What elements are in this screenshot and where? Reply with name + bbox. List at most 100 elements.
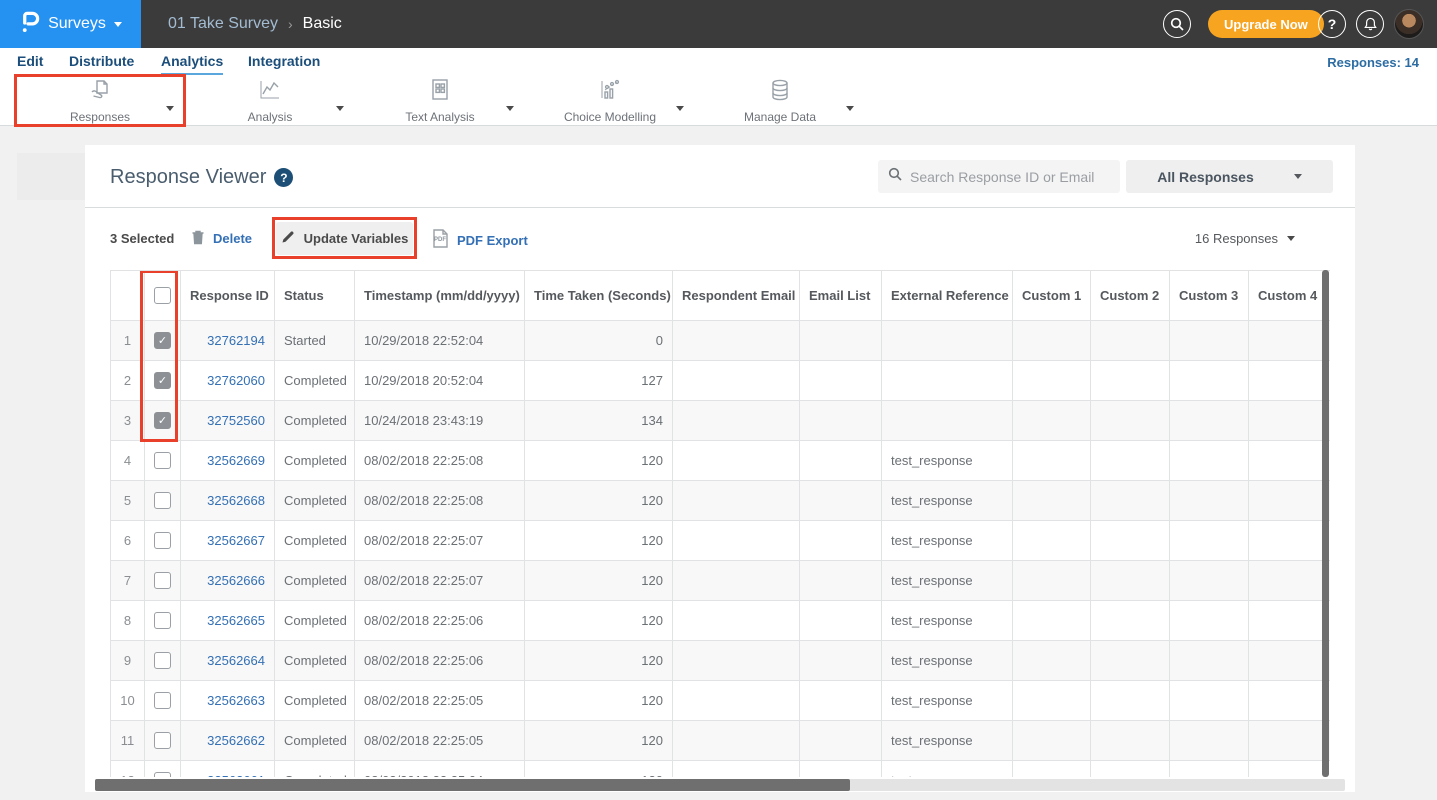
- row-checkbox[interactable]: [154, 532, 171, 549]
- toolbar-text-analysis-button[interactable]: Text Analysis: [370, 76, 510, 126]
- response-id-link[interactable]: 32562661: [207, 773, 265, 777]
- response-id-link[interactable]: 32562669: [207, 453, 265, 468]
- notifications-bell-icon[interactable]: [1356, 10, 1384, 38]
- row-checkbox[interactable]: ✓: [154, 372, 171, 389]
- cell-c3: [1170, 761, 1249, 777]
- response-id-link[interactable]: 32762060: [207, 373, 265, 388]
- response-id-link[interactable]: 32562666: [207, 573, 265, 588]
- row-checkbox[interactable]: [154, 492, 171, 509]
- toolbar-manage-data-button[interactable]: Manage Data: [710, 76, 850, 126]
- row-checkbox[interactable]: [154, 772, 171, 777]
- nav-tab-edit[interactable]: Edit: [17, 53, 43, 73]
- cell-status: Started: [275, 321, 355, 361]
- toolbar-analysis-button[interactable]: Analysis: [200, 76, 340, 126]
- column-header-tt[interactable]: Time Taken (Seconds): [525, 271, 673, 321]
- responses-count-label: Responses: 14: [1327, 55, 1419, 70]
- cell-c2: [1091, 401, 1170, 441]
- cell-eref: test_response: [882, 481, 1013, 521]
- horizontal-scrollbar-thumb[interactable]: [95, 779, 850, 791]
- page-title: Response Viewer ?: [110, 166, 293, 189]
- all-responses-filter-dropdown[interactable]: All Responses: [1126, 160, 1333, 193]
- cell-c4: [1249, 601, 1330, 641]
- cell-email: [673, 721, 800, 761]
- toolbar-choice-modelling-button[interactable]: Choice Modelling: [540, 76, 680, 126]
- breadcrumb-survey-link[interactable]: 01 Take Survey: [168, 15, 278, 33]
- cell-cb: [145, 721, 181, 761]
- toolbar-responses-button[interactable]: Responses: [30, 76, 170, 126]
- help-icon[interactable]: ?: [1318, 10, 1346, 38]
- delete-button[interactable]: Delete: [191, 229, 252, 248]
- cell-ts: 08/02/2018 22:25:07: [355, 521, 525, 561]
- row-checkbox[interactable]: ✓: [154, 332, 171, 349]
- row-checkbox[interactable]: ✓: [154, 412, 171, 429]
- responses-table: Response IDStatusTimestamp (mm/dd/yyyy)T…: [110, 270, 1330, 777]
- cell-eref: test_response: [882, 761, 1013, 777]
- responses-dropdown-caret[interactable]: [166, 98, 174, 116]
- response-id-link[interactable]: 32562664: [207, 653, 265, 668]
- cell-c1: [1013, 721, 1091, 761]
- questionpro-logo-icon: [19, 9, 40, 40]
- response-id-link[interactable]: 32762194: [207, 333, 265, 348]
- row-checkbox[interactable]: [154, 652, 171, 669]
- row-checkbox[interactable]: [154, 572, 171, 589]
- cell-c3: [1170, 641, 1249, 681]
- row-checkbox[interactable]: [154, 612, 171, 629]
- manage-data-dropdown-caret[interactable]: [846, 98, 854, 116]
- horizontal-scrollbar-track[interactable]: [95, 779, 1345, 791]
- row-checkbox[interactable]: [154, 732, 171, 749]
- row-checkbox[interactable]: [154, 692, 171, 709]
- responses-count-dropdown[interactable]: 16 Responses: [1195, 231, 1295, 246]
- cell-eref: [882, 401, 1013, 441]
- cell-ts: 10/29/2018 22:52:04: [355, 321, 525, 361]
- nav-tab-analytics[interactable]: Analytics: [161, 53, 223, 75]
- cell-ts: 08/02/2018 22:25:08: [355, 441, 525, 481]
- analytics-toolbar: Responses Analysis Text Analysis Choice …: [0, 76, 1437, 126]
- response-id-link[interactable]: 32752560: [207, 413, 265, 428]
- response-id-link[interactable]: 32562668: [207, 493, 265, 508]
- text-analysis-dropdown-caret[interactable]: [506, 98, 514, 116]
- pdf-icon-text: PDF: [434, 237, 446, 243]
- vertical-scrollbar-thumb[interactable]: [1322, 270, 1329, 777]
- response-id-link[interactable]: 32562662: [207, 733, 265, 748]
- cell-ts: 08/02/2018 22:25:05: [355, 681, 525, 721]
- column-header-ts[interactable]: Timestamp (mm/dd/yyyy): [355, 271, 525, 321]
- upgrade-now-button[interactable]: Upgrade Now: [1208, 10, 1324, 38]
- search-icon[interactable]: [1163, 10, 1191, 38]
- viewer-help-icon[interactable]: ?: [274, 168, 293, 187]
- select-all-checkbox[interactable]: [154, 287, 171, 304]
- pdf-export-button[interactable]: PDF PDF Export: [432, 229, 528, 251]
- toolbar-label: Responses: [70, 110, 130, 124]
- page-title-text: Response Viewer: [110, 166, 266, 189]
- analysis-dropdown-caret[interactable]: [336, 98, 344, 116]
- selected-count-label: 3 Selected: [110, 231, 174, 246]
- cell-c4: [1249, 521, 1330, 561]
- nav-tab-integration[interactable]: Integration: [248, 53, 320, 73]
- row-checkbox[interactable]: [154, 452, 171, 469]
- user-avatar[interactable]: [1394, 9, 1424, 39]
- cell-id: 32762060: [181, 361, 275, 401]
- cell-tt: 120: [525, 521, 673, 561]
- cell-ts: 08/02/2018 22:25:06: [355, 601, 525, 641]
- response-id-link[interactable]: 32562667: [207, 533, 265, 548]
- search-input[interactable]: [910, 169, 1110, 185]
- cell-c1: [1013, 361, 1091, 401]
- pdf-export-label: PDF Export: [457, 233, 528, 248]
- cell-cb: [145, 441, 181, 481]
- response-id-link[interactable]: 32562663: [207, 693, 265, 708]
- nav-tab-distribute[interactable]: Distribute: [69, 53, 134, 73]
- toolbar-label: Manage Data: [744, 110, 816, 124]
- update-variables-button[interactable]: Update Variables: [276, 222, 413, 255]
- trash-icon: [191, 229, 205, 248]
- cell-c4: [1249, 361, 1330, 401]
- column-header-id[interactable]: Response ID: [181, 271, 275, 321]
- cell-status: Completed: [275, 681, 355, 721]
- cell-c4: [1249, 561, 1330, 601]
- response-id-link[interactable]: 32562665: [207, 613, 265, 628]
- cell-ts: 08/02/2018 22:25:06: [355, 641, 525, 681]
- column-header-label: Timestamp (mm/dd/yyyy): [364, 288, 520, 303]
- cell-num: 5: [111, 481, 145, 521]
- surveys-menu[interactable]: Surveys: [0, 0, 141, 48]
- cell-c1: [1013, 441, 1091, 481]
- cell-id: 32562661: [181, 761, 275, 777]
- choice-modelling-dropdown-caret[interactable]: [676, 98, 684, 116]
